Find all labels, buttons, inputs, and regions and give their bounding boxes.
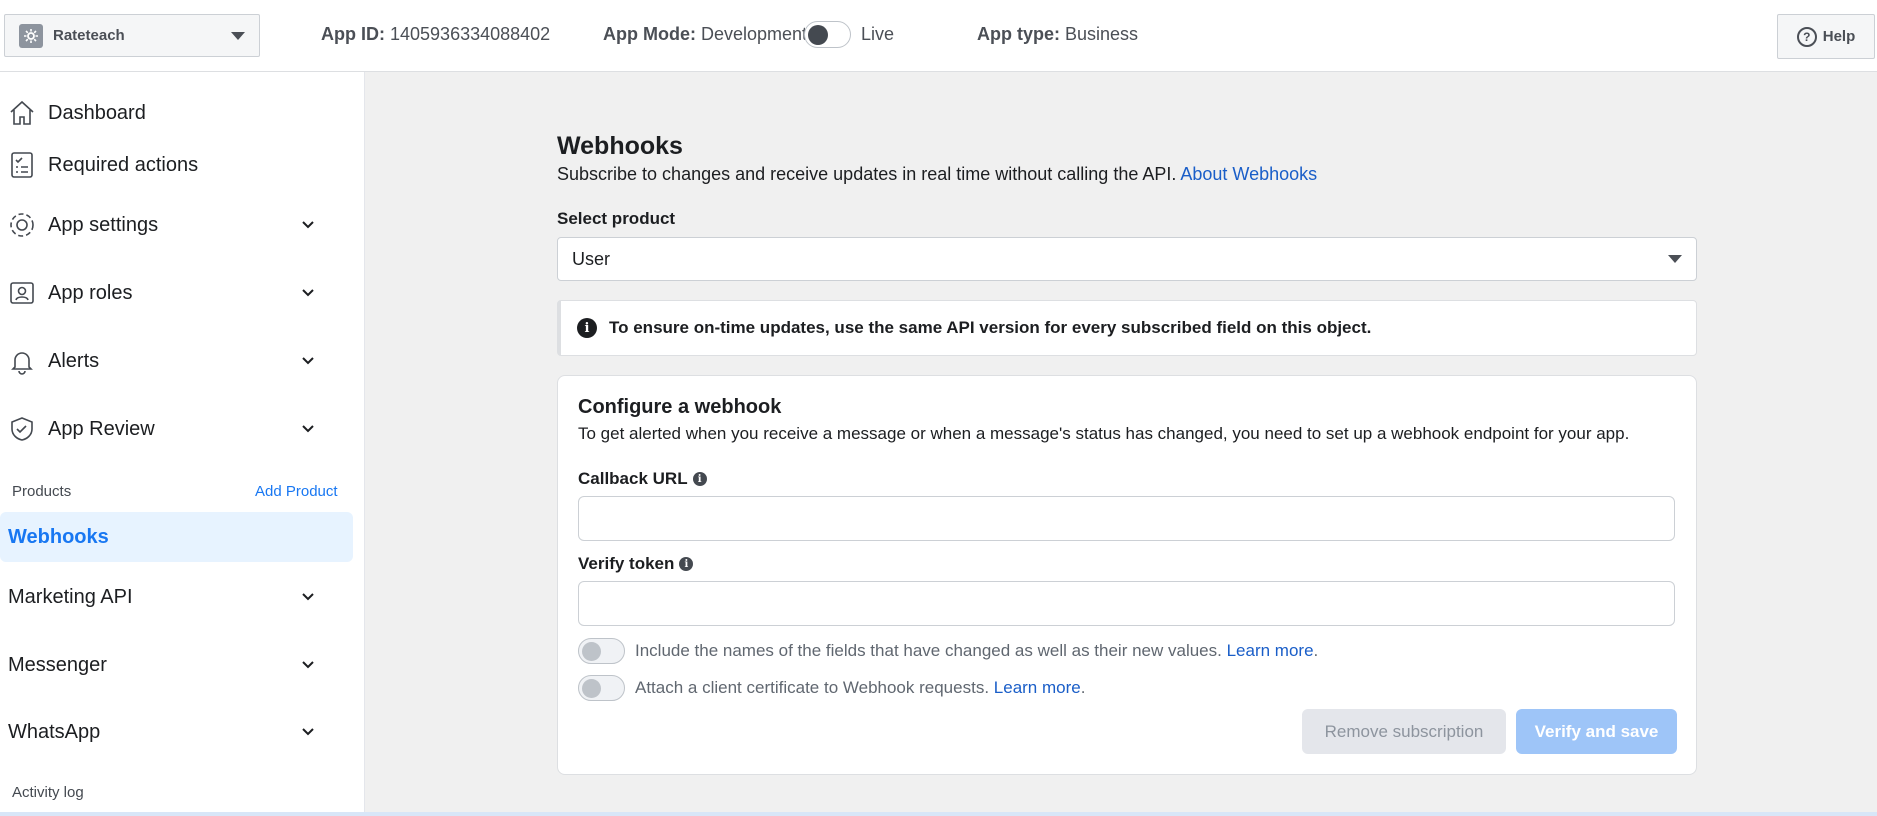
bottom-divider <box>0 812 1877 816</box>
verify-token-input[interactable] <box>578 581 1675 626</box>
app-mode-display: App Mode: Development <box>603 24 807 45</box>
sidebar-item-label: Marketing API <box>8 585 133 608</box>
configure-webhook-card: Configure a webhook To get alerted when … <box>557 375 1697 775</box>
help-label: Help <box>1822 28 1856 45</box>
client-certificate-toggle[interactable] <box>578 675 625 701</box>
sidebar-item-label: Messenger <box>8 653 107 676</box>
sidebar-item-marketing-api[interactable]: Marketing API <box>0 574 352 620</box>
sidebar-item-whatsapp[interactable]: WhatsApp <box>0 709 352 755</box>
sidebar-item-label: WhatsApp <box>8 720 101 743</box>
shield-check-icon <box>6 413 38 445</box>
question-icon: ? <box>1796 26 1817 47</box>
sidebar-item-app-roles[interactable]: App roles <box>0 270 352 316</box>
description-text: Subscribe to changes and receive updates… <box>557 164 1177 184</box>
remove-subscription-button[interactable]: Remove subscription <box>1302 709 1506 754</box>
period: . <box>1080 678 1086 697</box>
page-description: Subscribe to changes and receive updates… <box>557 164 1317 185</box>
chevron-down-icon <box>300 217 316 233</box>
include-fields-text: Include the names of the fields that hav… <box>635 641 1222 660</box>
client-certificate-row: Attach a client certificate to Webhook r… <box>578 675 1085 701</box>
chevron-down-icon <box>1668 255 1682 263</box>
verify-token-label: Verify token i <box>578 554 694 574</box>
sidebar-item-label: Alerts <box>48 349 100 372</box>
about-webhooks-link[interactable]: About Webhooks <box>1180 164 1317 184</box>
period: . <box>1313 641 1319 660</box>
client-certificate-text: Attach a client certificate to Webhook r… <box>635 678 990 697</box>
chevron-down-icon <box>300 285 316 301</box>
verify-token-label-text: Verify token <box>578 554 675 573</box>
sidebar-item-label: App Review <box>48 417 155 440</box>
app-name: Rateteach <box>53 27 125 44</box>
chevron-down-icon <box>300 589 316 605</box>
activity-log-link[interactable]: Activity log <box>12 784 84 801</box>
info-banner-text: To ensure on-time updates, use the same … <box>609 318 1372 337</box>
app-id-label: App ID: <box>321 24 385 44</box>
products-section-label: Products <box>12 483 72 500</box>
sidebar-item-required-actions[interactable]: Required actions <box>0 142 352 188</box>
app-type-value: Business <box>1065 24 1139 44</box>
toggle-knob <box>808 25 828 45</box>
sidebar-item-label: App roles <box>48 281 133 304</box>
gear-icon <box>6 209 38 241</box>
callback-url-input[interactable] <box>578 496 1675 541</box>
sidebar-item-webhooks[interactable]: Webhooks <box>0 512 353 562</box>
app-mode-development: Development <box>701 24 808 44</box>
add-product-link[interactable]: Add Product <box>255 483 338 500</box>
checklist-icon <box>6 149 38 181</box>
info-banner: i To ensure on-time updates, use the sam… <box>557 300 1697 356</box>
app-id-value: 1405936334088402 <box>390 24 551 44</box>
learn-more-link[interactable]: Learn more <box>994 678 1081 698</box>
app-mode-toggle[interactable] <box>804 21 851 48</box>
include-fields-toggle[interactable] <box>578 638 625 664</box>
sidebar-item-app-settings[interactable]: App settings <box>0 202 352 248</box>
include-fields-row: Include the names of the fields that hav… <box>578 638 1318 664</box>
sidebar-item-label: Required actions <box>48 153 199 176</box>
sidebar-item-messenger[interactable]: Messenger <box>0 642 352 688</box>
app-type-label: App type: <box>977 24 1060 44</box>
sidebar-item-dashboard[interactable]: Dashboard <box>0 90 352 136</box>
app-selector[interactable]: Rateteach <box>4 14 260 57</box>
sidebar: Dashboard Required actions App settings … <box>0 72 364 816</box>
chevron-down-icon <box>300 657 316 673</box>
help-button[interactable]: ? Help <box>1777 14 1875 59</box>
callback-url-label: Callback URL i <box>578 469 707 489</box>
toggle-knob <box>582 642 601 661</box>
app-mode-label: App Mode: <box>603 24 696 44</box>
top-bar: Rateteach App ID: 1405936334088402 App M… <box>0 0 1877 72</box>
info-icon[interactable]: i <box>679 557 694 571</box>
callback-url-label-text: Callback URL <box>578 469 688 488</box>
select-product-label: Select product <box>557 209 676 228</box>
chevron-down-icon <box>231 31 245 40</box>
bell-icon <box>6 345 38 377</box>
product-select[interactable]: User <box>557 237 1697 281</box>
info-icon[interactable]: i <box>692 472 707 486</box>
chevron-down-icon <box>300 421 316 437</box>
product-select-value: User <box>572 248 611 269</box>
main-content: Webhooks Subscribe to changes and receiv… <box>364 72 1877 816</box>
info-icon: i <box>577 318 597 338</box>
chevron-down-icon <box>300 353 316 369</box>
learn-more-link[interactable]: Learn more <box>1227 641 1314 661</box>
sidebar-item-label: Dashboard <box>48 101 146 124</box>
sidebar-item-label: App settings <box>48 213 159 236</box>
sidebar-item-alerts[interactable]: Alerts <box>0 338 352 384</box>
card-title: Configure a webhook <box>578 396 782 418</box>
app-mode-live: Live <box>861 24 895 44</box>
sidebar-item-app-review[interactable]: App Review <box>0 406 352 452</box>
card-description: To get alerted when you receive a messag… <box>578 424 1630 443</box>
app-id-display: App ID: 1405936334088402 <box>321 24 550 45</box>
app-gear-icon <box>19 23 43 48</box>
home-icon <box>6 97 38 129</box>
page-title: Webhooks <box>557 132 683 160</box>
app-type-display: App type: Business <box>977 24 1138 45</box>
chevron-down-icon <box>300 724 316 740</box>
verify-and-save-button[interactable]: Verify and save <box>1516 709 1677 754</box>
toggle-knob <box>582 679 601 698</box>
badge-icon <box>6 277 38 309</box>
